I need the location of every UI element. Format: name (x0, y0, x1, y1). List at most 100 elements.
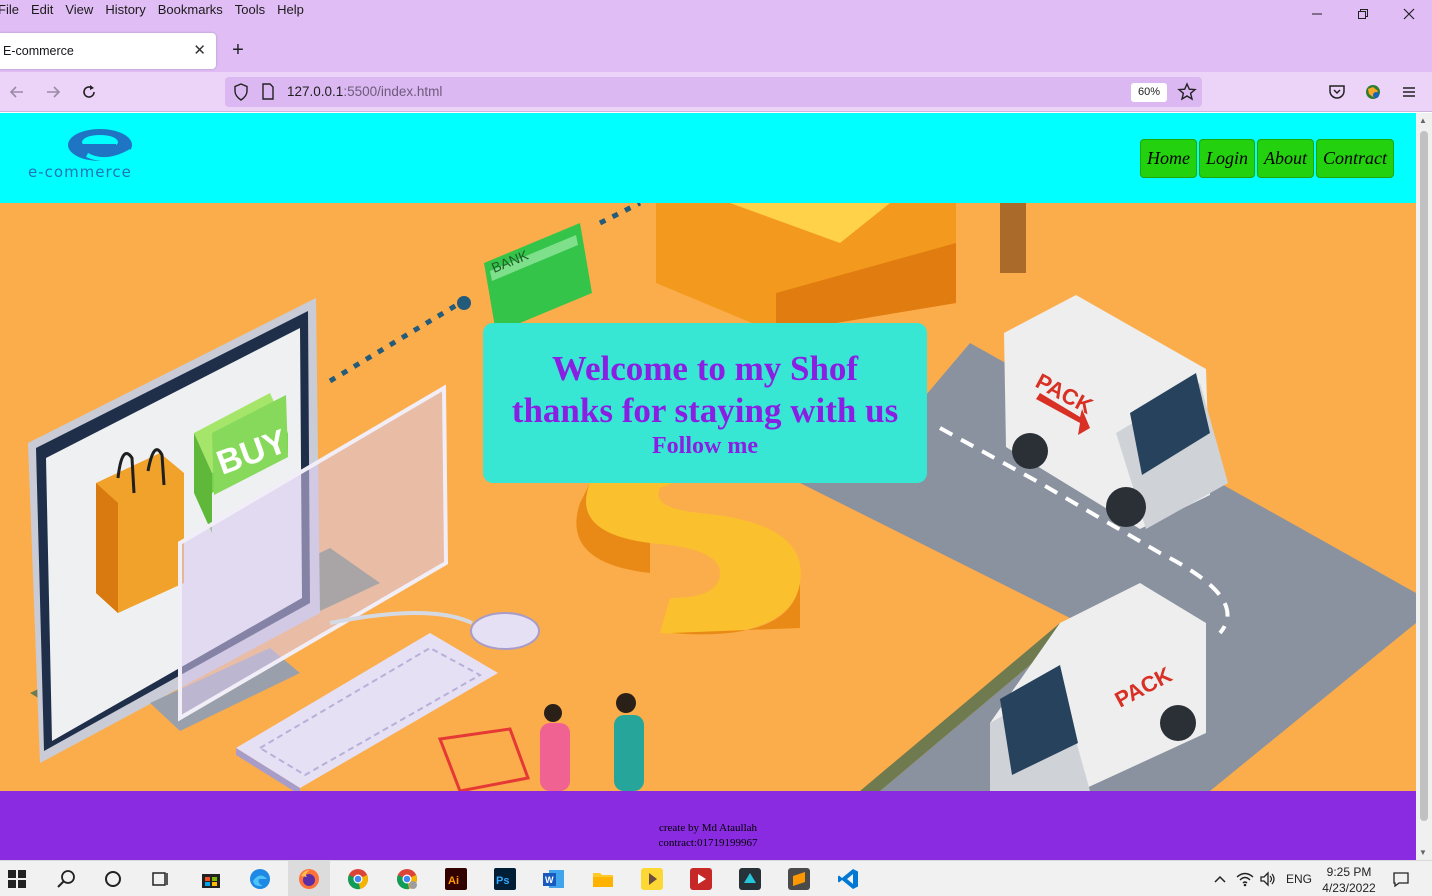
firefox-icon (299, 869, 319, 889)
word-icon: W (543, 870, 564, 888)
close-icon (1403, 8, 1415, 20)
search-icon (57, 870, 75, 888)
taskbar-word[interactable]: W (542, 867, 566, 891)
clock-time: 9:25 PM (1326, 865, 1372, 879)
mouse-icon (470, 612, 540, 650)
ecommerce-illustration: BANK BUY PACK PACK (28, 203, 1416, 791)
cortana-circle-icon (105, 871, 121, 887)
footer-contact: contract:01719199967 (658, 837, 758, 849)
bookmark-star-icon[interactable] (1177, 82, 1197, 102)
nav-contract-link[interactable]: Contract (1315, 139, 1394, 178)
restore-button[interactable] (1340, 0, 1386, 28)
network-button[interactable] (1233, 867, 1257, 891)
store-bag-icon (202, 874, 220, 888)
forward-arrow-icon (47, 86, 61, 98)
menu-help[interactable]: Help (277, 2, 304, 17)
close-window-button[interactable] (1386, 0, 1432, 28)
app-menu-button[interactable] (1397, 80, 1421, 104)
taskbar-chrome[interactable] (346, 867, 370, 891)
tab-close-icon[interactable]: ✕ (193, 41, 206, 59)
menu-bookmarks[interactable]: Bookmarks (158, 2, 223, 17)
site-logo[interactable]: e-commerce (26, 127, 176, 187)
tab-ecommerce[interactable]: E-commerce ✕ (0, 33, 216, 69)
dot-node (457, 296, 471, 310)
logo-e-icon (68, 129, 132, 162)
taskbar-player[interactable] (640, 867, 664, 891)
menu-edit[interactable]: Edit (31, 2, 53, 17)
taskbar-illustrator[interactable]: Ai (444, 867, 468, 891)
logo-text: e-commerce (28, 163, 132, 181)
taskbar-chrome-profile[interactable] (395, 867, 419, 891)
person-friend (614, 715, 644, 791)
person-shopper (540, 723, 570, 791)
shield-icon[interactable] (233, 83, 249, 101)
url-text[interactable]: 127.0.0.1:5500/index.html (287, 84, 442, 99)
task-view-button[interactable] (148, 867, 172, 891)
notifications-button[interactable] (1389, 867, 1413, 891)
tab-title: E-commerce (3, 44, 74, 58)
taskbar-sublime[interactable] (787, 867, 811, 891)
page-icon[interactable] (261, 83, 275, 101)
footer-credit: create by Md Ataullah (658, 822, 758, 834)
back-button[interactable] (5, 80, 29, 104)
person-walker (1000, 203, 1026, 273)
taskbar-filmora[interactable] (738, 867, 762, 891)
minimize-button[interactable] (1294, 0, 1340, 28)
chevron-up-icon (1214, 875, 1226, 883)
pocket-button[interactable] (1325, 80, 1349, 104)
illustrator-icon: Ai (445, 868, 467, 890)
welcome-subheading: thanks for staying with us (511, 391, 899, 430)
taskbar-file-explorer[interactable] (591, 867, 615, 891)
vscode-icon (838, 869, 858, 889)
clock[interactable]: 9:25 PM 4/23/2022 (1318, 864, 1380, 896)
menu-history[interactable]: History (105, 2, 145, 17)
start-button[interactable] (5, 867, 29, 891)
nav-about-link[interactable]: About (1256, 139, 1314, 178)
scroll-up-icon[interactable]: ▲ (1419, 116, 1427, 125)
language-indicator[interactable]: ENG (1286, 872, 1312, 886)
site-header: e-commerce Home Login About Contract (0, 113, 1416, 203)
nav-login-link[interactable]: Login (1198, 139, 1255, 178)
menu-file[interactable]: File (0, 2, 19, 17)
wifi-icon (1236, 872, 1254, 887)
menu-view[interactable]: View (65, 2, 93, 17)
folder-icon (593, 873, 613, 887)
welcome-card: Welcome to my Shof thanks for staying wi… (483, 323, 927, 483)
restore-icon (1358, 9, 1368, 19)
show-hidden-icons-button[interactable] (1208, 867, 1232, 891)
pocket-icon (1329, 85, 1345, 99)
taskbar-store[interactable] (199, 867, 223, 891)
taskbar-media-app[interactable] (689, 867, 713, 891)
menu-bar: File Edit View History Bookmarks Tools H… (0, 0, 1432, 30)
taskbar-firefox[interactable] (297, 867, 321, 891)
scroll-thumb[interactable] (1420, 131, 1428, 821)
svg-text:Ai: Ai (448, 875, 459, 887)
welcome-heading: Welcome to my Shof (551, 349, 859, 388)
extension-globe-icon (1366, 85, 1380, 99)
taskbar-search-button[interactable] (54, 867, 78, 891)
tab-bar: E-commerce ✕ + (0, 30, 1432, 72)
url-path: :5500/index.html (343, 84, 443, 99)
taskbar-photoshop[interactable]: Ps (493, 867, 517, 891)
zoom-badge[interactable]: 60% (1131, 83, 1167, 102)
taskbar: Ai Ps W ENG 9:25 PM 4/23/2022 (0, 860, 1432, 896)
clock-date: 4/23/2022 (1322, 881, 1376, 895)
reload-button[interactable] (77, 80, 101, 104)
follow-me-link[interactable]: Follow me (483, 433, 927, 460)
taskbar-vscode[interactable] (836, 867, 860, 891)
scroll-down-icon[interactable]: ▼ (1419, 848, 1427, 857)
nav-home-link[interactable]: Home (1139, 139, 1197, 178)
task-view-icon (152, 872, 168, 886)
volume-button[interactable] (1256, 867, 1280, 891)
taskbar-edge[interactable] (248, 867, 272, 891)
photoshop-icon: Ps (494, 868, 516, 890)
windows-logo-icon (8, 870, 26, 888)
menu-tools[interactable]: Tools (235, 2, 265, 17)
page-scrollbar[interactable]: ▲ ▼ (1416, 113, 1432, 860)
chrome-profile-icon (397, 869, 417, 890)
cortana-button[interactable] (101, 867, 125, 891)
extension-button[interactable] (1361, 80, 1385, 104)
forward-button[interactable] (41, 80, 65, 104)
address-bar[interactable]: 127.0.0.1:5500/index.html 60% (225, 77, 1202, 107)
new-tab-button[interactable]: + (226, 38, 250, 62)
